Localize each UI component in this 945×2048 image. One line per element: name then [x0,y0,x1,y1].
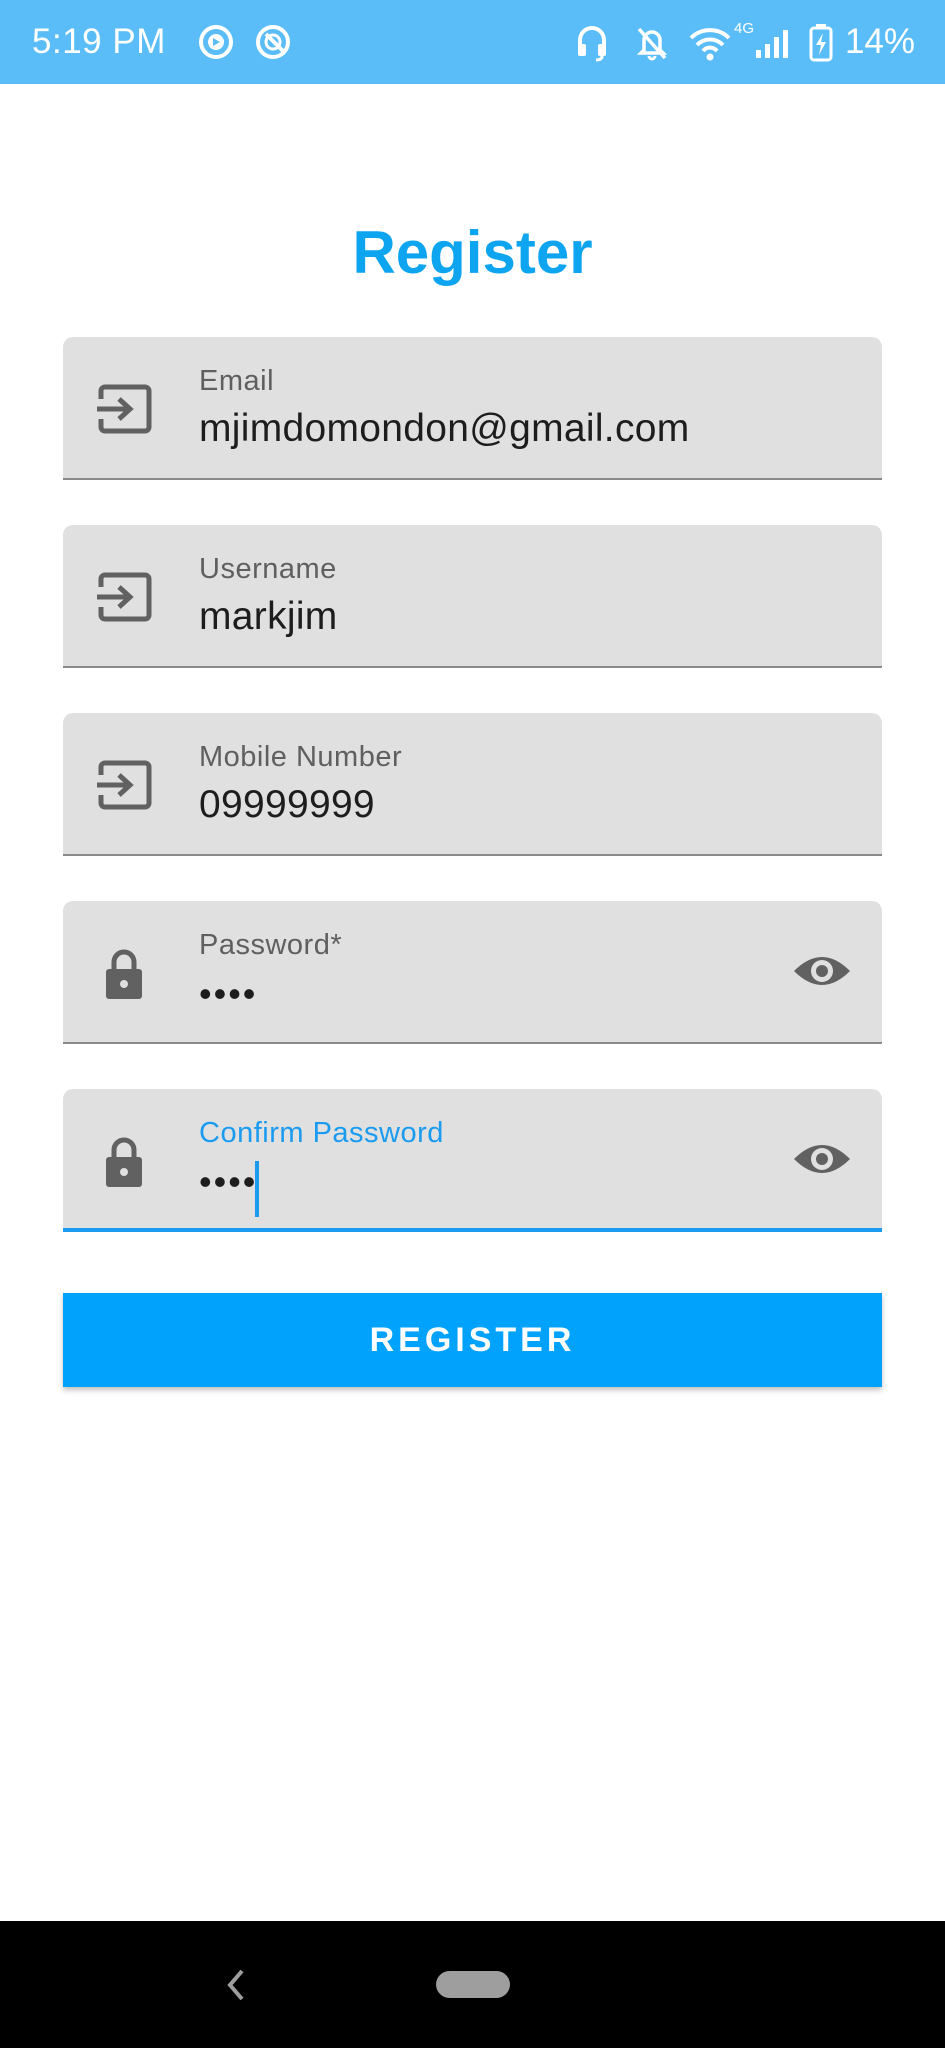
lock-icon [106,949,142,999]
headset-icon [578,26,606,62]
email-field[interactable]: Email mjimdomondon@gmail.com [63,337,882,480]
wifi-icon [689,28,731,61]
confirm-password-input[interactable]: •••• [199,1161,257,1203]
battery-charging-icon [809,24,833,62]
mobile-number-field[interactable]: Mobile Number 09999999 [63,713,882,856]
confirm-password-field[interactable]: Confirm Password •••• [63,1089,882,1232]
password-label: Password* [199,929,343,961]
username-field[interactable]: Username markjim [63,525,882,668]
mobile-number-label: Mobile Number [199,741,403,773]
status-time: 5:19 PM [32,22,166,61]
password-field[interactable]: Password* •••• [63,901,882,1044]
login-icon [97,384,152,434]
email-label: Email [199,365,275,397]
home-pill-button[interactable] [436,1971,510,1998]
battery-percent: 14% [844,22,915,61]
no-entry-icon [256,25,290,59]
login-icon [97,760,152,810]
signal-icon [756,30,788,58]
email-input[interactable]: mjimdomondon@gmail.com [199,407,690,451]
lock-icon [106,1137,142,1187]
status-bar: 5:19 PM 4G 14% [0,0,945,84]
password-input[interactable]: •••• [199,973,257,1015]
register-button[interactable]: REGISTER [63,1293,882,1387]
back-icon[interactable] [222,1965,250,2005]
navigation-bar [0,1921,945,2048]
bell-off-icon [636,27,668,61]
eye-icon[interactable] [792,1135,852,1183]
mobile-number-input[interactable]: 09999999 [199,783,375,827]
username-label: Username [199,553,337,585]
username-input[interactable]: markjim [199,595,338,639]
page-title: Register [352,219,593,286]
eye-icon[interactable] [792,947,852,995]
play-circle-icon [199,25,233,59]
confirm-password-label: Confirm Password [199,1117,444,1149]
login-icon [97,572,152,622]
text-cursor [255,1161,259,1217]
